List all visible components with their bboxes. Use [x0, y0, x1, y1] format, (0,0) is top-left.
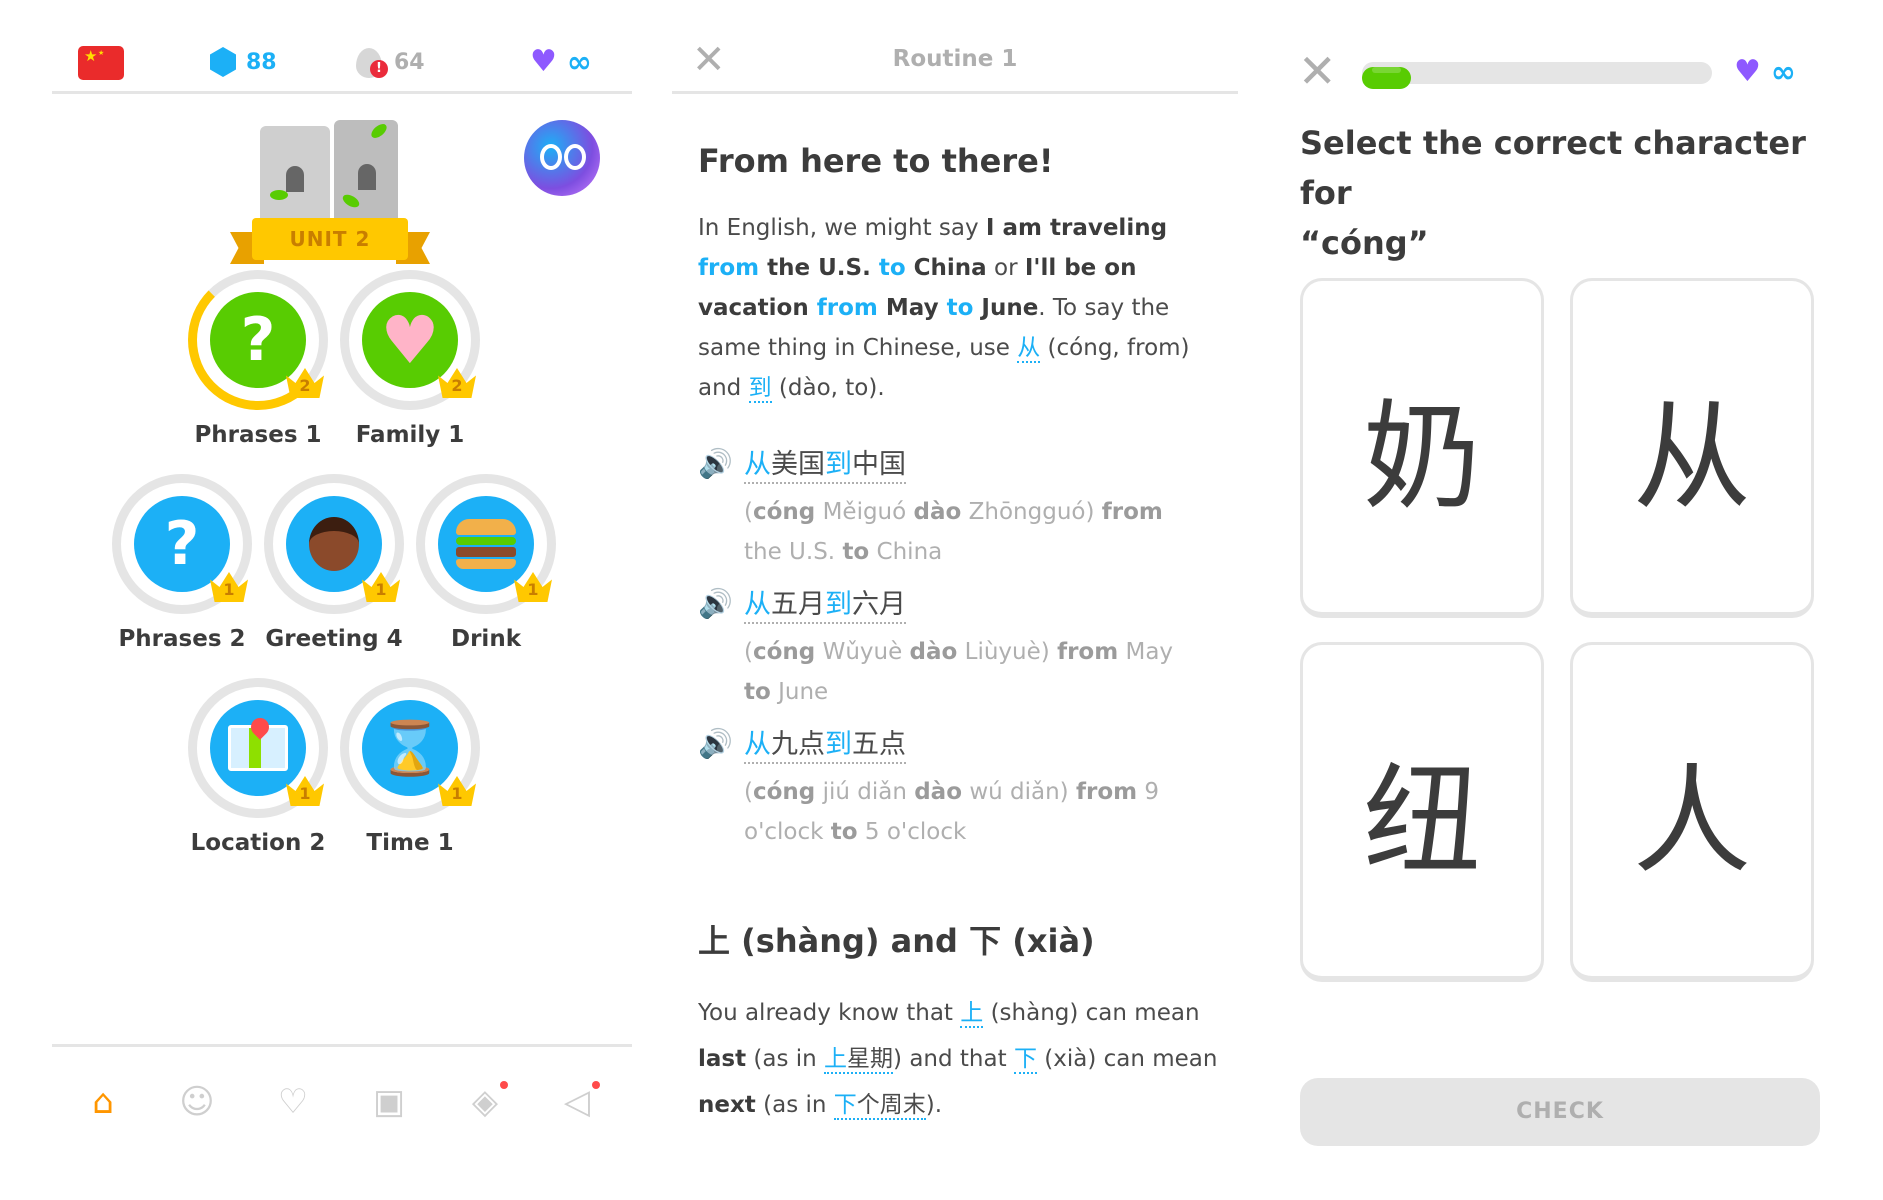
word-link[interactable]: 从	[1017, 335, 1041, 363]
word-link[interactable]: 到	[748, 375, 772, 403]
heart-face-icon: ♥	[362, 292, 458, 388]
bottom-nav-bar: ⌂ ☺ ♡ ▣ ◈ ◁	[52, 1044, 632, 1158]
example-sentence[interactable]: 从九点到五点	[744, 728, 906, 764]
castle-tower-left	[260, 126, 330, 226]
word-link[interactable]: 上	[960, 1000, 984, 1028]
china-flag-icon[interactable]: ★ ★	[78, 46, 124, 80]
skill-label: Drink	[451, 626, 521, 652]
alert-icon: !	[370, 60, 388, 78]
speaker-icon[interactable]: 🔊	[698, 448, 733, 480]
tips-heading: 上 (shàng) and 下 (xià)	[698, 922, 1095, 960]
choice-card[interactable]: 纽	[1300, 642, 1544, 982]
news-icon[interactable]: ◁	[552, 1077, 602, 1127]
castle-tower-right	[334, 120, 398, 226]
unit-ribbon: UNIT 2	[230, 218, 430, 264]
tips-intro-paragraph: In English, we might say I am traveling …	[698, 215, 1190, 403]
skill-label: Location 2	[190, 830, 326, 856]
burger-icon	[438, 496, 534, 592]
gems-count: 88	[246, 49, 277, 75]
heart-icon: ♥	[530, 44, 557, 79]
example-1: 🔊 从美国到中国 (cóng Měiguó dào Zhōngguó) from…	[698, 448, 1218, 578]
question-icon: ?	[210, 292, 306, 388]
notification-dot	[500, 1081, 508, 1089]
top-stats-bar: ★ ★ 88 ! 64 ♥ ∞	[52, 28, 632, 94]
example-sentence[interactable]: 从美国到中国	[744, 448, 906, 484]
tips-screen: ✕ Routine 1 From here to there! In Engli…	[672, 28, 1238, 1178]
hearts-count: ∞	[1770, 54, 1796, 90]
skill-greeting-4[interactable]: 1 Greeting 4	[254, 474, 414, 664]
notification-dot	[592, 1081, 600, 1089]
tips-heading: From here to there!	[698, 142, 1054, 180]
league-icon[interactable]: ◈	[460, 1077, 510, 1127]
streak-counter[interactable]: ! 64	[356, 44, 425, 80]
skill-phrases-1[interactable]: ? 2 Phrases 1	[178, 270, 338, 460]
hourglass-icon: ⌛	[362, 700, 458, 796]
speaker-icon[interactable]: 🔊	[698, 588, 733, 620]
skill-label: Greeting 4	[265, 626, 403, 652]
shop-icon[interactable]: ▣	[364, 1077, 414, 1127]
lesson-progress-fill	[1362, 67, 1411, 89]
person-icon	[286, 496, 382, 592]
example-sentence[interactable]: 从五月到六月	[744, 588, 906, 624]
hearts-counter[interactable]: ♥ ∞	[530, 44, 592, 80]
course-map-screen: ★ ★ 88 ! 64 ♥ ∞ UNIT 2 ? 2 Phrases 1 ♥ 2…	[52, 28, 632, 1178]
skill-label: Phrases 2	[118, 626, 246, 652]
choice-card[interactable]: 人	[1570, 642, 1814, 982]
lesson-progress-bar	[1362, 62, 1712, 89]
owl-avatar-icon[interactable]	[524, 120, 600, 196]
gems-counter[interactable]: 88	[210, 44, 277, 80]
hearts-count: ∞	[566, 44, 592, 80]
tips-header: ✕ Routine 1	[672, 28, 1238, 94]
map-icon	[210, 700, 306, 796]
gem-icon	[210, 47, 236, 77]
streak-count: 64	[394, 49, 425, 75]
check-button[interactable]: CHECK	[1300, 1078, 1820, 1146]
example-translation: (cóng jiú diǎn dào wú diǎn) from 9 o'clo…	[744, 779, 1160, 845]
exercise-screen: ✕ ♥ ∞ Select the correct character for “…	[1280, 28, 1840, 1178]
unit-castle[interactable]: UNIT 2	[230, 106, 430, 276]
skill-family-1[interactable]: ♥ 2 Family 1	[330, 270, 490, 460]
word-link[interactable]: 上星期	[824, 1046, 894, 1074]
skill-drink[interactable]: 1 Drink	[406, 474, 566, 664]
hearts-counter[interactable]: ♥ ∞	[1734, 54, 1796, 90]
example-3: 🔊 从九点到五点 (cóng jiú diǎn dào wú diǎn) fro…	[698, 728, 1218, 858]
word-link[interactable]: 下	[1013, 1046, 1037, 1074]
unit-label: UNIT 2	[252, 218, 408, 260]
streak-flame-icon: !	[356, 46, 388, 78]
practice-icon[interactable]: ♡	[268, 1077, 318, 1127]
skill-location-2[interactable]: 1 Location 2	[178, 678, 338, 868]
home-icon[interactable]: ⌂	[78, 1077, 128, 1127]
word-link[interactable]: 下个周末	[833, 1092, 926, 1120]
skill-label: Family 1	[355, 422, 465, 448]
choice-card[interactable]: 从	[1570, 278, 1814, 618]
question-icon: ?	[134, 496, 230, 592]
skill-label: Time 1	[366, 830, 454, 856]
skill-time-1[interactable]: ⌛ 1 Time 1	[330, 678, 490, 868]
choice-card[interactable]: 奶	[1300, 278, 1544, 618]
tips-outro-paragraph: You already know that 上 (shàng) can mean…	[698, 1000, 1218, 1120]
heart-icon: ♥	[1734, 54, 1761, 89]
exercise-prompt: Select the correct character for “cóng”	[1300, 124, 1806, 262]
characters-icon[interactable]: ☺	[172, 1077, 222, 1127]
skill-phrases-2[interactable]: ? 1 Phrases 2	[102, 474, 262, 664]
example-translation: (cóng Měiguó dào Zhōngguó) from the U.S.…	[744, 499, 1163, 565]
example-2: 🔊 从五月到六月 (cóng Wǔyuè dào Liùyuè) from Ma…	[698, 588, 1218, 718]
example-translation: (cóng Wǔyuè dào Liùyuè) from May to June	[744, 639, 1174, 705]
close-icon[interactable]: ✕	[1298, 48, 1337, 94]
vine-leaf	[270, 190, 288, 200]
skill-label: Phrases 1	[194, 422, 322, 448]
tips-title: Routine 1	[892, 46, 1018, 72]
speaker-icon[interactable]: 🔊	[698, 728, 733, 760]
